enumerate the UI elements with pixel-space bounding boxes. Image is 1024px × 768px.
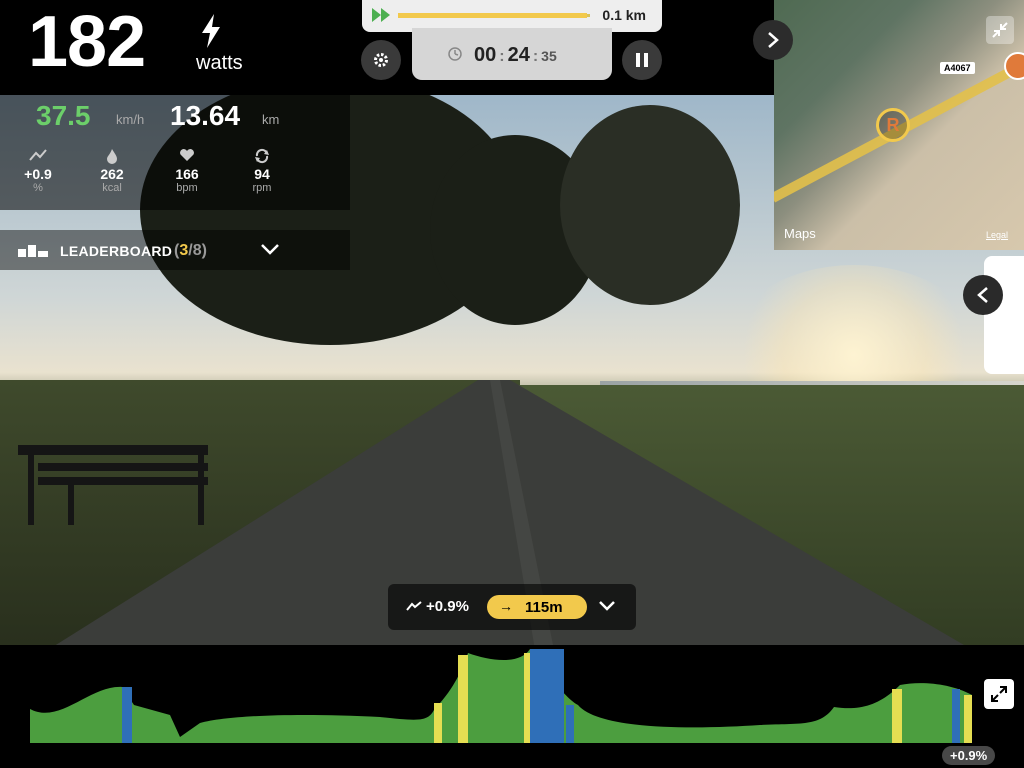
leaderboard-position: (3/8) — [174, 242, 207, 260]
elevation-band-blue — [566, 705, 574, 743]
arrow-right-icon: → — [499, 598, 513, 614]
heart-rate-unit: bpm — [176, 182, 198, 194]
metric-grade: +0.9 % — [8, 148, 68, 194]
cadence-unit: rpm — [252, 182, 272, 194]
park-bench — [18, 445, 208, 525]
pause-button[interactable] — [622, 40, 662, 80]
clock-icon — [448, 47, 462, 61]
speed-unit: km/h — [116, 112, 145, 127]
bolt-icon — [202, 14, 220, 48]
distance-value: 13.64 — [170, 100, 241, 131]
elevation-band-yellow — [964, 695, 972, 743]
calories-unit: kcal — [102, 182, 122, 194]
elevation-chart — [30, 649, 972, 743]
gear-icon — [374, 53, 388, 67]
lb-total: 8 — [192, 242, 202, 259]
tree-canopy — [560, 105, 740, 305]
metric-cadence: 94 rpm — [232, 148, 292, 194]
leaderboard-label: LEADERBOARD — [60, 243, 173, 259]
lb-current: 3 — [179, 242, 189, 259]
cadence-icon — [255, 148, 269, 164]
cadence-value: 94 — [254, 166, 270, 182]
segment-grade: +0.9% — [426, 598, 469, 615]
timer-hours: 00 — [474, 44, 497, 66]
next-panel-button[interactable] — [753, 20, 793, 60]
grade-unit: % — [33, 182, 43, 194]
rider-marker: R — [876, 108, 910, 142]
segment-distance: 115m — [525, 599, 563, 616]
metric-calories: 262 kcal — [82, 148, 142, 194]
map-collapse-button[interactable] — [986, 16, 1014, 44]
elevation-band-yellow — [892, 689, 902, 743]
power-unit: watts — [196, 52, 243, 74]
grade-value: +0.9 — [24, 166, 52, 182]
power-value: 182 — [28, 2, 146, 82]
timer-panel: 00:24:35 — [412, 28, 612, 80]
elevation-band-yellow — [434, 703, 442, 743]
side-panel-toggle[interactable] — [963, 275, 1003, 315]
chevron-left-icon — [977, 287, 988, 303]
leaderboard-icon — [18, 245, 48, 257]
route-map[interactable]: A4067 R Maps Legal — [774, 0, 1024, 250]
metric-heart-rate: 166 bpm — [157, 148, 217, 194]
timer-seconds: 35 — [541, 48, 557, 64]
gradient-icon — [29, 149, 47, 161]
heart-rate-value: 166 — [175, 166, 199, 182]
map-attribution-text: Maps — [784, 226, 816, 241]
chevron-down-icon — [261, 244, 279, 255]
rider-marker-letter: R — [886, 114, 900, 135]
chevron-right-icon — [768, 32, 779, 48]
map-attribution: Maps — [784, 226, 816, 241]
elevation-band-blue — [122, 687, 132, 743]
pause-icon — [636, 53, 648, 67]
side-panel — [984, 256, 1024, 374]
gradient-icon — [406, 601, 422, 611]
expand-elevation-button[interactable] — [984, 679, 1014, 709]
expand-icon — [991, 686, 1007, 702]
elevation-area — [30, 649, 972, 743]
settings-button[interactable] — [361, 40, 401, 80]
elevation-band-blue — [952, 689, 960, 743]
leaderboard-toggle[interactable]: LEADERBOARD (3/8) — [0, 230, 350, 270]
distance-unit: km — [262, 112, 280, 127]
elapsed-time: 00:24:35 — [474, 44, 557, 66]
map-legal-link[interactable]: Legal — [986, 230, 1008, 240]
collapse-icon — [992, 22, 1008, 38]
elevation-band-blue — [530, 649, 564, 743]
map-road-shield: A4067 — [940, 62, 975, 74]
fast-forward-icon — [372, 8, 390, 22]
flame-icon — [107, 149, 117, 164]
segment-distance-pill: → 115m — [487, 595, 587, 619]
lb-paren-close: ) — [201, 242, 207, 259]
elevation-band-yellow — [458, 655, 468, 743]
timer-minutes: 24 — [507, 44, 530, 66]
progress-fill — [398, 13, 588, 18]
elevation-band-yellow — [524, 653, 530, 743]
chevron-down-icon — [599, 601, 615, 611]
elevation-grade-badge: +0.9% — [942, 746, 996, 765]
calories-value: 262 — [100, 166, 124, 182]
heart-icon — [180, 149, 194, 161]
segment-info[interactable]: +0.9% → 115m — [388, 584, 636, 630]
elevation-profile[interactable]: +0.9% — [0, 645, 1024, 768]
speed-value: 37.5 — [36, 100, 91, 131]
other-rider-marker — [1004, 52, 1024, 80]
progress-distance: 0.1 km — [602, 7, 646, 23]
